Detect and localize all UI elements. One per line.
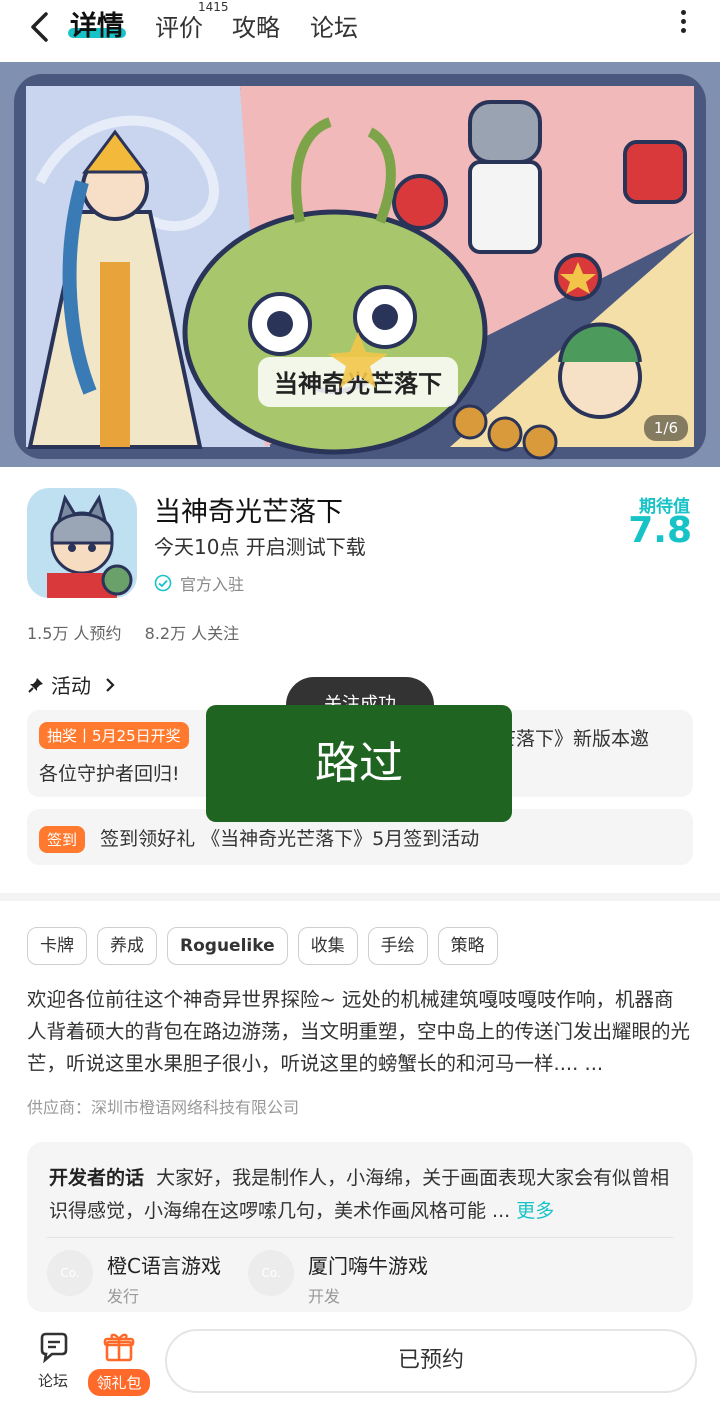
gift-pack-label: 领礼包 <box>88 1369 150 1396</box>
developer-more-link[interactable]: 更多 <box>516 1200 554 1222</box>
banner-page-counter: 1/6 <box>643 415 688 441</box>
developer-name: 厦门嗨牛游戏 <box>308 1254 428 1278</box>
developer-role: 开发 <box>308 1287 341 1306</box>
activities-title: 活动 <box>51 674 91 698</box>
app-name: 当神奇光芒落下 <box>154 497 343 528</box>
vendor-info: 供应商：深圳市橙语网络科技有限公司 <box>27 1098 300 1117</box>
banner-artwork: 当神奇光芒落下 <box>0 62 720 467</box>
developer-logo: Co. <box>248 1250 294 1296</box>
developer-words-title: 开发者的话 <box>49 1167 145 1189</box>
follower-count: 8.2万 人关注 <box>144 624 240 643</box>
lottery-text-right: 芒落下》新版本邀 <box>497 728 650 750</box>
reservation-count: 1.5万 人预约 <box>27 624 122 643</box>
back-arrow-icon[interactable] <box>26 10 54 44</box>
app-stats: 1.5万 人预约 8.2万 人关注 <box>27 620 257 644</box>
tab-forum[interactable]: 论坛 <box>310 8 358 43</box>
publisher-name: 橙C语言游戏 <box>107 1254 221 1278</box>
tag-list: 卡牌 养成 Roguelike 收集 手绘 策略 <box>27 927 498 965</box>
developer-words: 开发者的话 大家好，我是制作人，小海绵，关于画面表现大家会有似曾相识得感觉，小海… <box>49 1162 679 1228</box>
chevron-right-icon <box>106 677 115 692</box>
pass-overlay: 路过 <box>206 705 512 822</box>
tag-develop[interactable]: 养成 <box>97 927 157 965</box>
forum-chat-icon <box>40 1332 68 1364</box>
verified-check-icon <box>154 574 172 592</box>
developer-words-card[interactable]: 开发者的话 大家好，我是制作人，小海绵，关于画面表现大家会有似曾相识得感觉，小海… <box>27 1142 693 1312</box>
tab-reviews[interactable]: 评价 <box>155 8 203 43</box>
tag-handdrawn[interactable]: 手绘 <box>367 927 428 965</box>
pin-icon <box>28 677 43 693</box>
gift-pack-button[interactable]: 领礼包 <box>86 1330 152 1396</box>
tab-details[interactable]: 详情 <box>70 4 124 43</box>
tag-collect[interactable]: 收集 <box>297 927 358 965</box>
tag-strategy[interactable]: 策略 <box>437 927 498 965</box>
publisher-company[interactable]: Co. 橙C语言游戏 发行 <box>47 1250 221 1307</box>
developer-divider <box>47 1237 673 1238</box>
tag-roguelike[interactable]: Roguelike <box>167 927 288 965</box>
publisher-role: 发行 <box>107 1287 140 1306</box>
official-badge: 官方入驻 <box>154 571 244 595</box>
more-menu-icon[interactable] <box>678 10 688 36</box>
tab-guides[interactable]: 攻略 <box>232 8 280 43</box>
bottom-bar: 论坛 领礼包 已预约 <box>0 1312 720 1421</box>
top-nav: 详情 评价 1415 攻略 论坛 <box>0 0 720 62</box>
section-divider <box>0 893 720 901</box>
developer-company[interactable]: Co. 厦门嗨牛游戏 开发 <box>248 1250 428 1307</box>
checkin-text: 签到领好礼 《当神奇光芒落下》5月签到活动 <box>100 828 480 850</box>
lottery-tag: 抽奖丨5月25日开奖 <box>39 722 189 749</box>
official-label: 官方入驻 <box>180 575 245 594</box>
reserved-button[interactable]: 已预约 <box>165 1329 697 1393</box>
game-description[interactable]: 欢迎各位前往这个神奇异世界探险~ 远处的机械建筑嘎吱嘎吱作响，机器商人背着硕大的… <box>27 984 693 1080</box>
tag-card[interactable]: 卡牌 <box>27 927 87 965</box>
forum-button[interactable]: 论坛 <box>30 1330 76 1391</box>
activities-header[interactable]: 活动 <box>27 670 117 699</box>
reviews-count-badge: 1415 <box>198 0 229 14</box>
forum-label: 论坛 <box>37 1372 68 1390</box>
app-icon <box>27 488 137 598</box>
publisher-logo: Co. <box>47 1250 93 1296</box>
banner-carousel[interactable]: 当神奇光芒落下 1/6 <box>0 62 720 467</box>
app-launch-info: 今天10点 开启测试下载 <box>154 535 366 559</box>
expectation-score: 7.8 <box>628 510 692 551</box>
checkin-tag: 签到 <box>39 825 86 853</box>
gift-icon <box>103 1333 135 1362</box>
lottery-text-line2: 各位守护者回归! <box>39 763 180 785</box>
